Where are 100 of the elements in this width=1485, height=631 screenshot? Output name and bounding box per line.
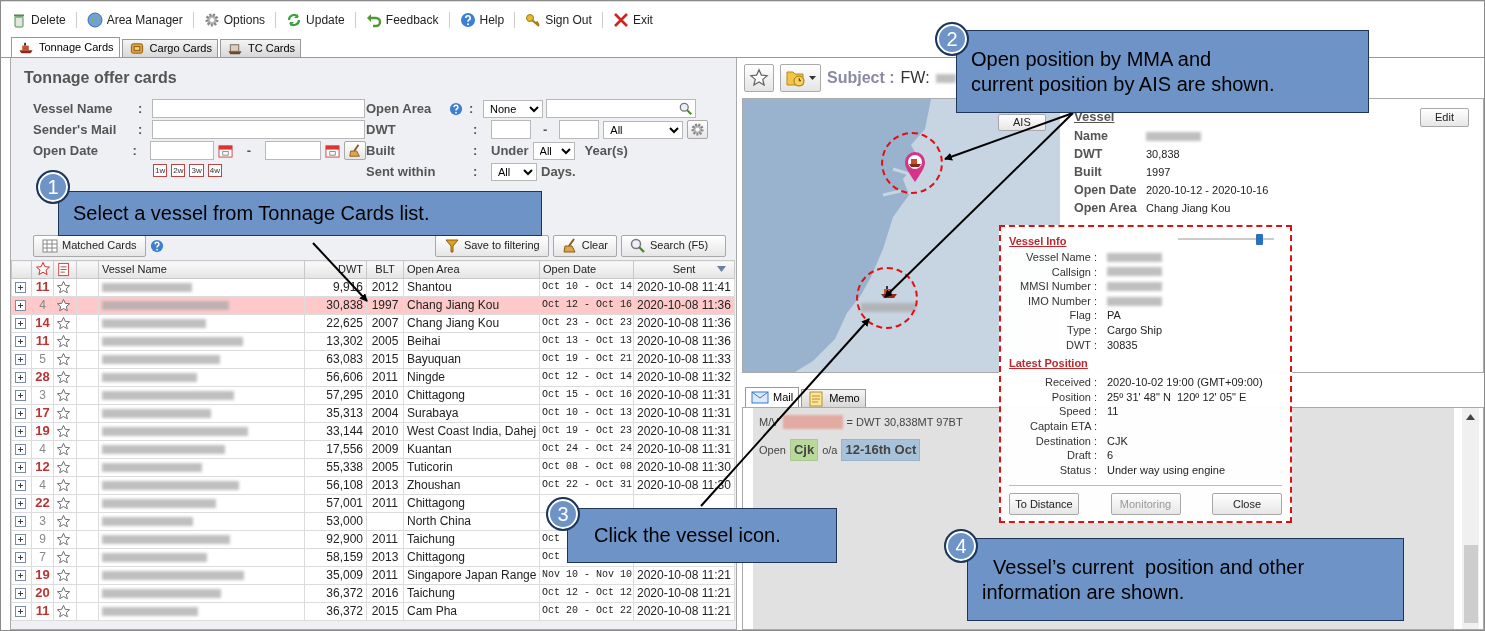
help-icon[interactable] — [150, 238, 164, 253]
expand-icon[interactable] — [15, 606, 26, 618]
star-icon[interactable] — [56, 478, 71, 493]
table-row[interactable]: 20 36,372 2016 Taichung Oct 12 - Oct 12 2020-10-08 11:21 — [11, 584, 735, 602]
table-row[interactable]: 3 57,295 2010 Chittagong Oct 15 - Oct 16 2020-10-08 11:31 — [11, 386, 735, 404]
expand-icon[interactable] — [15, 534, 26, 546]
settings-button[interactable] — [687, 120, 709, 139]
expand-icon[interactable] — [15, 372, 26, 384]
star-icon[interactable] — [56, 424, 71, 439]
table-row[interactable]: 19 33,144 2010 West Coast India, Dahej Oct 19 - Oct 23 2020-10-08 11:31 — [11, 422, 735, 440]
favorite-button[interactable] — [744, 64, 774, 92]
expand-icon[interactable] — [15, 552, 26, 564]
toolbar-button[interactable]: Feedback — [361, 10, 443, 29]
table-row[interactable]: 4 17,556 2009 Kuantan Oct 24 - Oct 24 2020-10-08 11:31 — [11, 440, 735, 458]
clear-dates-button[interactable] — [344, 141, 366, 160]
table-row[interactable]: 17 35,313 2004 Surabaya Oct 10 - Oct 13 2020-10-08 11:31 — [11, 404, 735, 422]
popup-button[interactable]: Close — [1212, 493, 1282, 516]
star-icon[interactable] — [56, 388, 71, 403]
senders-mail-field[interactable] — [152, 120, 365, 139]
filter-button[interactable]: Clear — [552, 234, 617, 257]
expand-icon[interactable] — [15, 354, 26, 366]
table-row[interactable]: 5 63,083 2015 Bayuquan Oct 19 - Oct 21 2020-10-08 11:33 — [11, 350, 735, 368]
dwt-to-field[interactable] — [559, 120, 600, 139]
star-icon[interactable] — [56, 568, 71, 583]
ais-button[interactable]: AIS — [998, 114, 1046, 131]
expand-icon[interactable] — [15, 408, 26, 420]
ship-icon[interactable] — [880, 285, 898, 299]
star-icon[interactable] — [56, 586, 71, 601]
column-header[interactable]: Open Date — [539, 260, 634, 278]
expand-icon[interactable] — [15, 570, 26, 582]
table-row[interactable]: 12 55,338 2005 Tuticorin Oct 08 - Oct 08 2020-10-08 11:30 — [11, 458, 735, 476]
toolbar-button[interactable]: Area Manager — [82, 10, 187, 29]
expand-icon[interactable] — [15, 390, 26, 402]
area-dropdown[interactable]: None — [483, 99, 543, 118]
tab[interactable]: Memo — [801, 389, 866, 407]
star-icon[interactable] — [56, 334, 71, 349]
star-icon[interactable] — [56, 514, 71, 529]
date-field[interactable] — [265, 141, 321, 160]
expand-icon[interactable] — [15, 444, 26, 456]
week-button[interactable]: 3w — [189, 163, 204, 177]
area-search-field[interactable] — [546, 99, 696, 118]
star-icon[interactable] — [56, 352, 71, 367]
column-header[interactable]: DWT — [304, 260, 367, 278]
expand-icon[interactable] — [15, 336, 26, 348]
expand-icon[interactable] — [15, 462, 26, 474]
expand-icon[interactable] — [15, 588, 26, 600]
help-icon[interactable] — [449, 101, 463, 116]
expand-icon[interactable] — [15, 516, 26, 528]
star-icon[interactable] — [56, 370, 71, 385]
star-icon[interactable] — [56, 532, 71, 547]
week-button[interactable]: 1w — [153, 163, 168, 177]
toolbar-button[interactable]: Delete — [7, 10, 70, 29]
table-row[interactable]: 4 30,838 1997 Chang Jiang Kou Oct 12 - Oct 16 2020-10-08 11:36 — [11, 296, 735, 314]
toolbar-button[interactable]: Sign Out — [521, 10, 596, 29]
sent-within-dropdown[interactable]: All — [491, 162, 537, 181]
expand-icon[interactable] — [15, 426, 26, 438]
tab[interactable]: Mail — [745, 387, 800, 407]
dwt-from-field[interactable] — [491, 120, 531, 139]
filter-button[interactable]: Matched Cards — [33, 234, 146, 257]
filter-button[interactable]: Search (F5) — [621, 234, 726, 257]
column-header[interactable]: BLT — [366, 260, 404, 278]
slider-thumb[interactable] — [1255, 234, 1263, 245]
expand-icon[interactable] — [15, 300, 26, 312]
star-icon[interactable] — [56, 298, 71, 313]
table-row[interactable]: 14 22,625 2007 Chang Jiang Kou Oct 23 - Oct 23 2020-10-08 11:36 — [11, 314, 735, 332]
filter-button[interactable]: Save to filtering — [434, 234, 549, 257]
vessel-name-field[interactable] — [152, 99, 365, 118]
toolbar-button[interactable]: Help — [455, 10, 509, 29]
star-icon[interactable] — [56, 316, 71, 331]
star-icon[interactable] — [56, 280, 71, 295]
column-header[interactable]: Open Area — [403, 260, 540, 278]
tab[interactable]: Tonnage Cards — [11, 37, 120, 57]
star-icon[interactable] — [56, 604, 71, 619]
expand-icon[interactable] — [15, 480, 26, 492]
toolbar-button[interactable]: Exit — [608, 10, 657, 29]
toolbar-button[interactable]: Options — [199, 10, 270, 29]
column-header[interactable]: Vessel Name — [98, 260, 305, 278]
expand-icon[interactable] — [15, 498, 26, 510]
table-row[interactable]: 11 36,372 2015 Cam Pha Oct 20 - Oct 22 2020-10-08 11:21 — [11, 602, 735, 620]
star-icon[interactable] — [56, 550, 71, 565]
expand-icon[interactable] — [15, 318, 26, 330]
table-row[interactable]: 19 35,009 2011 Singapore Japan Range Nov 10 - Nov 10 2020-10-08 11:21 — [11, 566, 735, 584]
column-header[interactable]: Sent — [633, 260, 735, 278]
popup-button[interactable]: To Distance — [1009, 493, 1079, 516]
scrollbar-thumb[interactable] — [1463, 545, 1478, 623]
table-row[interactable]: 28 56,606 2011 Ningde Oct 12 - Oct 14 2020-10-08 11:32 — [11, 368, 735, 386]
edit-button[interactable]: Edit — [1420, 108, 1469, 127]
built-dropdown[interactable]: All — [532, 141, 575, 160]
tab[interactable]: Cargo Cards — [121, 39, 218, 57]
dwt-unit-dropdown[interactable]: All — [603, 120, 684, 139]
expand-icon[interactable] — [15, 282, 26, 294]
tab[interactable]: TC Cards — [219, 39, 302, 57]
star-icon[interactable] — [56, 496, 71, 511]
week-button[interactable]: 4w — [207, 163, 222, 177]
star-icon[interactable] — [56, 442, 71, 457]
week-button[interactable]: 2w — [171, 163, 186, 177]
star-icon[interactable] — [56, 406, 71, 421]
star-icon[interactable] — [56, 460, 71, 475]
toolbar-button[interactable]: Update — [282, 10, 349, 29]
table-row[interactable]: 11 13,302 2005 Beihai Oct 13 - Oct 13 2020-10-08 11:36 — [11, 332, 735, 350]
